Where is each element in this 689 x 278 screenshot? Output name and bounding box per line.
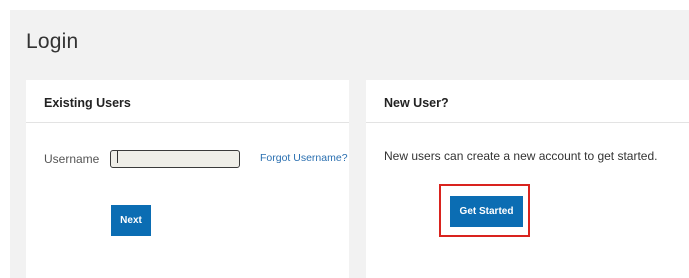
new-user-description: New users can create a new account to ge… bbox=[384, 149, 658, 163]
username-input[interactable] bbox=[110, 150, 240, 168]
forgot-username-link[interactable]: Forgot Username? bbox=[260, 152, 348, 164]
new-user-panel: New User? New users can create a new acc… bbox=[366, 80, 689, 278]
login-page: Login Existing Users Username Forgot Use… bbox=[0, 0, 689, 278]
existing-users-header: Existing Users bbox=[26, 80, 349, 123]
new-user-header: New User? bbox=[366, 80, 689, 123]
next-button[interactable]: Next bbox=[111, 205, 151, 236]
username-label: Username bbox=[44, 152, 100, 166]
page-title: Login bbox=[26, 30, 79, 53]
text-cursor bbox=[117, 151, 118, 163]
get-started-button[interactable]: Get Started bbox=[450, 196, 523, 227]
existing-users-panel: Existing Users Username Forgot Username?… bbox=[26, 80, 349, 278]
